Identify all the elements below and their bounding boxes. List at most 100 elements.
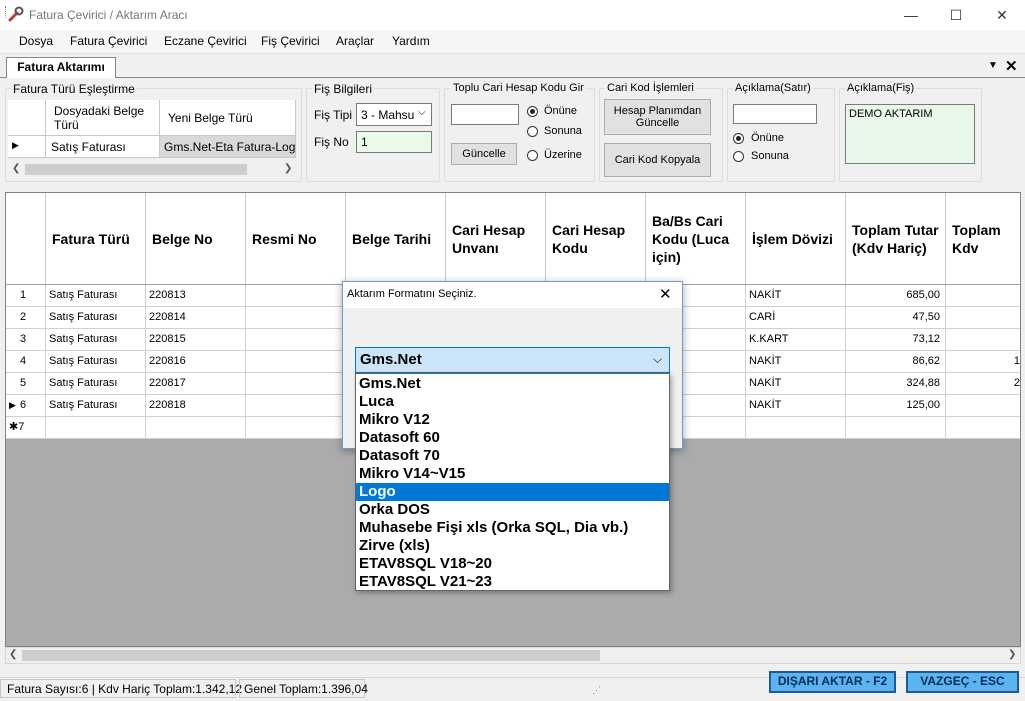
cell-toplam-tutar[interactable]: 125,00 — [846, 395, 946, 417]
toplu-cari-guncelle-button[interactable]: Güncelle — [451, 143, 517, 165]
format-option[interactable]: Mikro V12 — [356, 411, 669, 429]
cell-belge-no[interactable]: 220817 — [146, 373, 246, 395]
cell-toplam-kdv[interactable] — [946, 329, 1020, 351]
close-window-button[interactable]: ✕ — [979, 0, 1025, 30]
row-source-type[interactable]: Satış Faturası — [46, 136, 160, 158]
cell-resmi-no[interactable] — [246, 329, 346, 351]
radio-uzerine[interactable] — [527, 150, 538, 161]
format-option[interactable]: Mikro V14~V15 — [356, 465, 669, 483]
hdr-babs-cari-kodu[interactable]: Ba/Bs Cari Kodu (Luca için) — [646, 193, 746, 285]
menu-yardim[interactable]: Yardım — [392, 34, 430, 48]
format-combo[interactable]: Gms.Net ⌵ — [355, 347, 670, 373]
grid-scroll-thumb[interactable] — [22, 650, 600, 661]
aciklama-fis-textarea[interactable]: DEMO AKTARIM — [845, 104, 975, 164]
dialog-close-icon[interactable]: ✕ — [659, 285, 672, 303]
cell-fatura-turu[interactable]: Satış Faturası — [46, 351, 146, 373]
format-option[interactable]: Zirve (xls) — [356, 537, 669, 555]
hdr-cari-hesap-unvani[interactable]: Cari Hesap Unvanı — [446, 193, 546, 285]
menu-fatura-cevirici[interactable]: Fatura Çevirici — [70, 34, 147, 48]
cell-toplam-tutar[interactable]: 324,88 — [846, 373, 946, 395]
cell-toplam-tutar[interactable]: 685,00 — [846, 285, 946, 307]
scroll-left-icon[interactable]: ❮ — [12, 163, 20, 174]
format-option-highlighted[interactable]: Logo — [356, 483, 669, 501]
satir-radio-sonuna[interactable] — [733, 151, 744, 162]
hdr-toplam-tutar[interactable]: Toplam Tutar (Kdv Hariç) — [846, 193, 946, 285]
hdr-resmi-no[interactable]: Resmi No — [246, 193, 346, 285]
hesap-planimdan-guncelle-button[interactable]: Hesap Planımdan Güncelle — [604, 99, 711, 135]
cancel-button[interactable]: VAZGEÇ - ESC — [906, 671, 1019, 693]
cell-toplam-kdv[interactable] — [946, 307, 1020, 329]
row-target-type[interactable]: Gms.Net-Eta Fatura-Log — [160, 136, 296, 158]
scroll-thumb[interactable] — [25, 164, 247, 175]
cell-belge-no[interactable]: 220816 — [146, 351, 246, 373]
cell-empty[interactable] — [246, 417, 346, 439]
format-option[interactable]: ETAV8SQL V21~23 — [356, 573, 669, 591]
format-option[interactable]: Gms.Net — [356, 375, 669, 393]
cell-islem-dovizi[interactable]: CARİ — [746, 307, 846, 329]
grid-scroll-right-icon[interactable]: ❯ — [1008, 649, 1016, 660]
cell-islem-dovizi[interactable]: NAKİT — [746, 395, 846, 417]
cell-resmi-no[interactable] — [246, 307, 346, 329]
format-option[interactable]: ETAV8SQL V18~20 — [356, 555, 669, 573]
fis-tipi-select[interactable]: 3 - Mahsu ⌵ — [356, 103, 432, 126]
cell-toplam-tutar[interactable]: 73,12 — [846, 329, 946, 351]
menu-eczane-cevirici[interactable]: Eczane Çevirici — [164, 34, 247, 48]
grid-scroll-left-icon[interactable]: ❮ — [9, 649, 17, 660]
cell-belge-no[interactable]: 220815 — [146, 329, 246, 351]
hdr-islem-dovizi[interactable]: İşlem Dövizi — [746, 193, 846, 285]
cell-islem-dovizi[interactable]: NAKİT — [746, 373, 846, 395]
fis-no-input[interactable]: 1 — [356, 131, 432, 153]
hdr-toplam-kdv[interactable]: Toplam Kdv — [946, 193, 1020, 285]
cell-empty[interactable] — [946, 417, 1020, 439]
resize-grip-icon[interactable]: ⋰ — [592, 685, 601, 696]
scroll-right-icon[interactable]: ❯ — [284, 163, 292, 174]
format-option[interactable]: Datasoft 70 — [356, 447, 669, 465]
cell-toplam-kdv[interactable]: 1 — [946, 351, 1020, 373]
cell-toplam-kdv[interactable] — [946, 395, 1020, 417]
cell-toplam-tutar[interactable]: 86,62 — [846, 351, 946, 373]
cell-toplam-tutar[interactable]: 47,50 — [846, 307, 946, 329]
cari-kod-kopyala-button[interactable]: Cari Kod Kopyala — [604, 143, 711, 177]
cell-fatura-turu[interactable]: Satış Faturası — [46, 285, 146, 307]
cell-resmi-no[interactable] — [246, 285, 346, 307]
cell-resmi-no[interactable] — [246, 351, 346, 373]
tab-dropdown-icon[interactable]: ▼ — [988, 60, 998, 71]
format-option[interactable]: Orka DOS — [356, 501, 669, 519]
cell-belge-no[interactable]: 220813 — [146, 285, 246, 307]
cell-fatura-turu[interactable]: Satış Faturası — [46, 329, 146, 351]
cell-toplam-kdv[interactable] — [946, 285, 1020, 307]
hdr-fatura-turu[interactable]: Fatura Türü — [46, 193, 146, 285]
cell-fatura-turu[interactable]: Satış Faturası — [46, 395, 146, 417]
menu-dosya[interactable]: Dosya — [19, 34, 53, 48]
cell-resmi-no[interactable] — [246, 395, 346, 417]
minimize-button[interactable]: — — [888, 0, 934, 30]
cell-empty[interactable] — [46, 417, 146, 439]
cell-toplam-kdv[interactable]: 2 — [946, 373, 1020, 395]
toplu-cari-input[interactable] — [451, 104, 519, 125]
hdr-belge-no[interactable]: Belge No — [146, 193, 246, 285]
cell-empty[interactable] — [846, 417, 946, 439]
format-option[interactable]: Luca — [356, 393, 669, 411]
hdr-cari-hesap-kodu[interactable]: Cari Hesap Kodu — [546, 193, 646, 285]
menu-araclar[interactable]: Araçlar — [336, 34, 374, 48]
tab-close-icon[interactable]: ✕ — [1005, 57, 1018, 75]
aciklama-satir-input[interactable] — [733, 104, 817, 124]
maximize-button[interactable]: ☐ — [933, 0, 979, 30]
cell-belge-no[interactable]: 220814 — [146, 307, 246, 329]
cell-empty[interactable] — [146, 417, 246, 439]
export-button[interactable]: DIŞARI AKTAR - F2 — [769, 671, 896, 693]
radio-sonuna[interactable] — [527, 126, 538, 137]
format-option[interactable]: Datasoft 60 — [356, 429, 669, 447]
cell-belge-no[interactable]: 220818 — [146, 395, 246, 417]
cell-islem-dovizi[interactable]: K.KART — [746, 329, 846, 351]
satir-radio-onune[interactable] — [733, 133, 744, 144]
radio-onune[interactable] — [527, 106, 538, 117]
cell-empty[interactable] — [746, 417, 846, 439]
cell-fatura-turu[interactable]: Satış Faturası — [46, 307, 146, 329]
cell-islem-dovizi[interactable]: NAKİT — [746, 285, 846, 307]
row-selector-icon[interactable]: ▶ — [8, 136, 46, 158]
cell-islem-dovizi[interactable]: NAKİT — [746, 351, 846, 373]
cell-resmi-no[interactable] — [246, 373, 346, 395]
menu-fis-cevirici[interactable]: Fiş Çevirici — [261, 34, 320, 48]
cell-fatura-turu[interactable]: Satış Faturası — [46, 373, 146, 395]
